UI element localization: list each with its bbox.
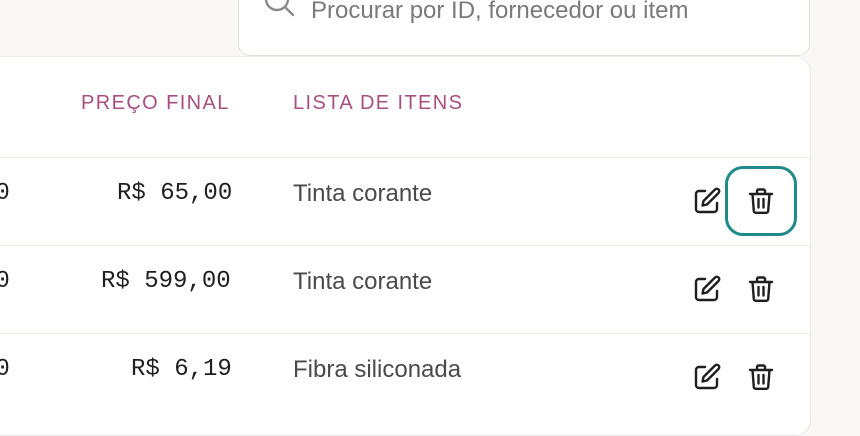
- partial-cell: 00: [0, 356, 10, 383]
- edit-button[interactable]: [685, 267, 729, 311]
- trash-icon: [748, 188, 774, 215]
- delete-button[interactable]: [739, 355, 783, 399]
- edit-icon: [694, 363, 721, 390]
- final-price-cell: R$ 6,19: [131, 356, 232, 383]
- item-list-cell: Tinta corante: [293, 268, 433, 295]
- column-header-final-price: PREÇO FINAL: [81, 92, 230, 114]
- search-icon: [263, 0, 297, 25]
- partial-cell: 00: [0, 180, 10, 207]
- search-bar: [238, 0, 810, 56]
- final-price-cell: R$ 599,00: [101, 268, 231, 295]
- item-list-cell: Tinta corante: [293, 180, 433, 207]
- column-header-item-list: LISTA DE ITENS: [293, 92, 464, 114]
- partial-cell: 00: [0, 268, 10, 295]
- row-divider: [0, 333, 810, 334]
- orders-table: O PREÇO FINAL LISTA DE ITENS 00 R$ 65,00…: [0, 56, 811, 436]
- item-list-cell: Fibra siliconada: [293, 356, 462, 383]
- edit-button[interactable]: [685, 179, 729, 223]
- edit-button[interactable]: [685, 355, 729, 399]
- final-price-cell: R$ 65,00: [117, 180, 233, 207]
- trash-icon: [748, 276, 774, 303]
- search-input[interactable]: [311, 0, 801, 29]
- delete-button[interactable]: [739, 267, 783, 311]
- edit-icon: [694, 275, 721, 302]
- edit-icon: [694, 187, 721, 214]
- header-divider: [0, 157, 810, 158]
- delete-button[interactable]: [725, 166, 797, 236]
- row-divider: [0, 245, 810, 246]
- trash-icon: [748, 364, 774, 391]
